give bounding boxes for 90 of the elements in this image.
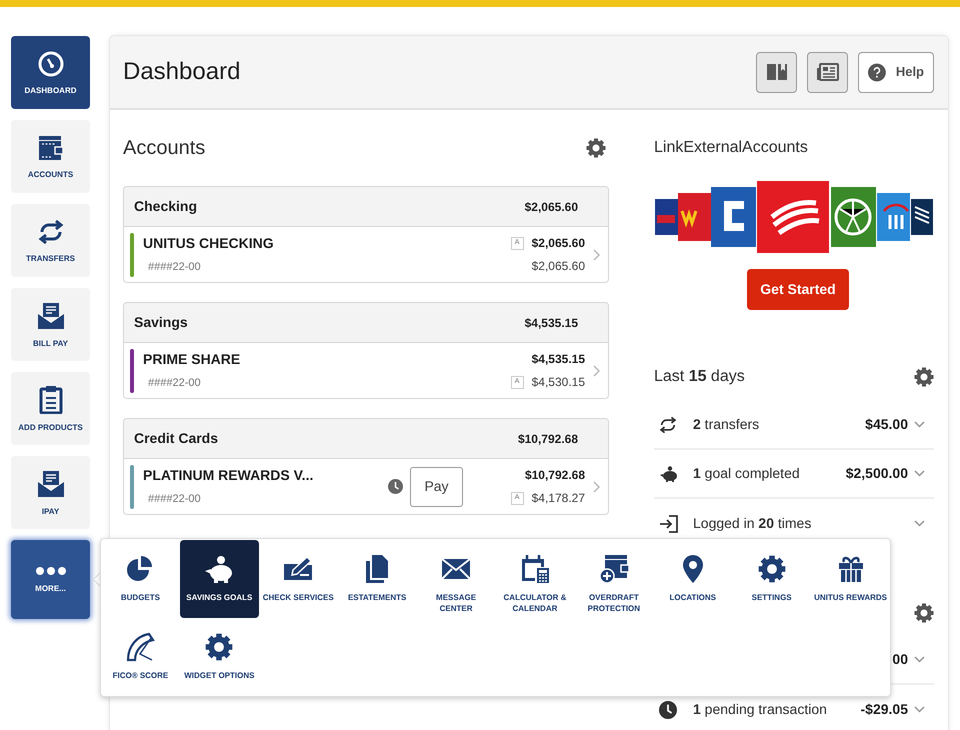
clock-icon	[659, 700, 677, 718]
balance-amount: $10,792.68	[524, 467, 585, 484]
newspaper-icon	[816, 63, 838, 81]
chevron-down-icon	[914, 421, 925, 428]
get-started-button[interactable]: Get Started	[747, 269, 849, 310]
nav-item[interactable]: ADD PRODUCTS	[11, 372, 90, 445]
arrows-cycle-icon	[38, 218, 64, 244]
help-button[interactable]: Help	[858, 52, 934, 92]
arrows-cycle-icon	[659, 416, 677, 434]
account-number: ####22-00	[148, 260, 202, 276]
help-icon	[868, 62, 886, 82]
gear-icon	[758, 555, 786, 583]
activity-amount: $2,500.00	[846, 464, 908, 483]
group-total: $2,065.60	[524, 198, 578, 216]
map-pin-icon	[682, 554, 704, 584]
menu-item[interactable]: LOCATIONS	[653, 540, 732, 618]
nav-item[interactable]: MORE...	[11, 540, 90, 619]
gauge-icon	[38, 50, 64, 76]
activity-text: 2 transfers	[693, 415, 760, 434]
balance-amount: $4,530.15	[532, 374, 585, 391]
account-name: PLATINUM REWARDS V...	[143, 466, 314, 486]
accounts-title: Accounts	[123, 136, 206, 161]
activity-amount: $45.00	[865, 415, 908, 434]
chevron-down-icon	[914, 520, 925, 527]
chevron-right-icon	[593, 364, 600, 376]
activity-text: 1 goal completed	[693, 464, 800, 483]
clipboard-icon	[38, 386, 62, 414]
gauge-arc-icon	[125, 632, 156, 662]
envelope-icon	[36, 302, 64, 330]
documents-icon	[365, 554, 390, 584]
book-icon	[766, 63, 788, 81]
guide-button[interactable]	[756, 52, 797, 92]
check-pen-icon	[282, 555, 314, 583]
group-name: Savings	[134, 313, 188, 332]
dots-icon	[36, 566, 66, 574]
sign-in-icon	[659, 514, 679, 532]
nav-item[interactable]: DASHBOARD	[11, 36, 90, 109]
account-number: ####22-00	[148, 492, 202, 508]
settings-icon[interactable]	[586, 138, 606, 158]
menu-item[interactable]: UNITUS REWARDS	[811, 540, 890, 618]
balance-amount: $4,535.15	[532, 351, 585, 368]
envelope-icon	[36, 470, 64, 498]
menu-item[interactable]: FICO® SCORE	[101, 618, 180, 696]
menu-item[interactable]: OVERDRAFT PROTECTION	[574, 540, 654, 618]
menu-item[interactable]: MESSAGE CENTER	[416, 540, 496, 618]
pie-chart-icon	[126, 555, 154, 583]
nav-item[interactable]: BILL PAY	[11, 288, 90, 361]
activity-title: Last 15 days	[654, 367, 745, 387]
settings-icon[interactable]	[914, 367, 934, 387]
chevron-right-icon	[593, 248, 600, 260]
news-button[interactable]	[807, 52, 848, 92]
group-name: Credit Cards	[134, 429, 218, 448]
chevron-right-icon	[593, 480, 600, 492]
menu-item[interactable]: BUDGETS	[101, 540, 180, 618]
piggy-bank-icon	[659, 466, 679, 482]
nav-item[interactable]: ACCOUNTS	[11, 120, 90, 193]
menu-item[interactable]: ESTATEMENTS	[338, 540, 417, 618]
page-title: Dashboard	[123, 57, 240, 87]
group-total: $4,535.15	[524, 314, 578, 332]
settings-icon[interactable]	[914, 603, 934, 623]
activity-amount: -$29.05	[860, 700, 908, 719]
activity-amount: 00	[892, 650, 908, 669]
menu-item[interactable]: CALCULATOR & CALENDAR	[496, 540, 574, 618]
activity-text: 1 pending transaction	[693, 700, 827, 719]
wallet-plus-icon	[598, 554, 629, 584]
wallet-icon	[38, 134, 64, 160]
chevron-down-icon	[914, 656, 925, 663]
chevron-down-icon	[914, 706, 925, 713]
envelope-icon	[441, 558, 472, 580]
account-name: PRIME SHARE	[143, 350, 240, 370]
account-name: UNITUS CHECKING	[143, 234, 274, 254]
gift-icon	[838, 555, 864, 583]
balance-amount: $4,178.27	[532, 490, 585, 507]
nav-item[interactable]: IPAY	[11, 456, 90, 529]
chevron-down-icon	[914, 470, 925, 477]
menu-item[interactable]: CHECK SERVICES	[258, 540, 338, 618]
account-number: ####22-00	[148, 376, 202, 392]
link-accounts-title: LinkExternalAccounts	[654, 138, 809, 158]
pay-button[interactable]: Pay	[410, 466, 463, 506]
calendar-calculator-icon	[520, 554, 550, 584]
group-total: $10,792.68	[518, 430, 578, 448]
balance-amount: $2,065.60	[532, 235, 585, 252]
menu-item[interactable]: WIDGET OPTIONS	[180, 618, 259, 696]
menu-item[interactable]: SAVINGS GOALS	[180, 540, 259, 618]
gear-icon	[205, 633, 234, 661]
activity-text: Logged in 20 times	[693, 514, 812, 533]
balance-amount: $2,065.60	[532, 258, 585, 275]
nav-item[interactable]: TRANSFERS	[11, 204, 90, 277]
menu-item[interactable]: SETTINGS	[732, 540, 812, 618]
group-name: Checking	[134, 197, 198, 216]
